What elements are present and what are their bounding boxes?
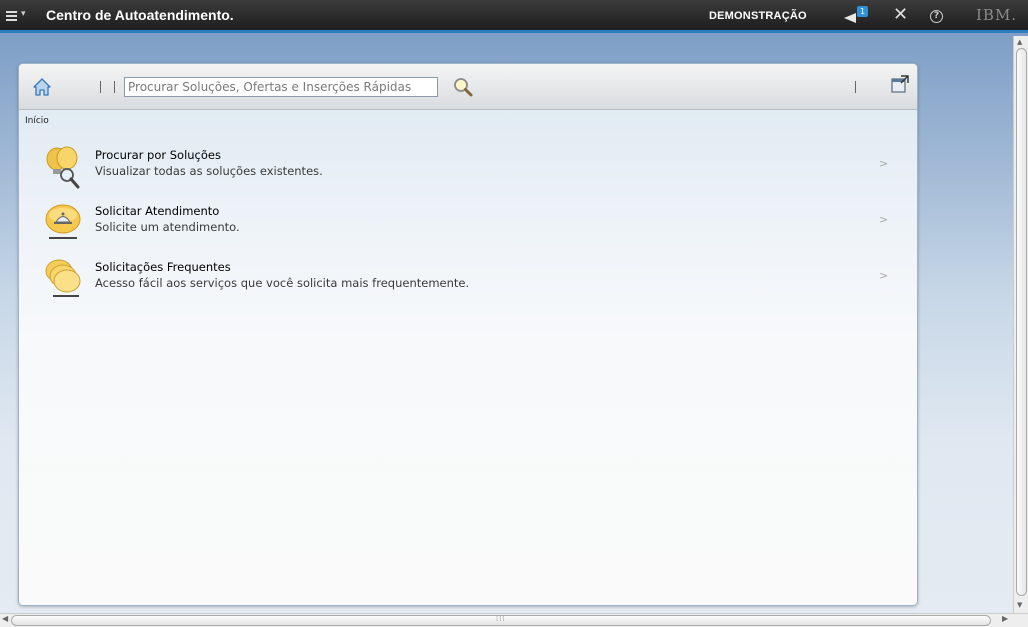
expand-button[interactable]	[891, 75, 909, 93]
search-icon	[454, 78, 473, 97]
toolbar-separator	[100, 81, 101, 93]
expand-window-icon	[891, 75, 909, 93]
scroll-right-icon[interactable]: ▶	[1002, 614, 1008, 623]
chevron-right-icon: >	[879, 157, 889, 170]
notifications-button[interactable]: 1	[842, 6, 872, 26]
lightbulbs-search-icon	[43, 145, 87, 189]
list-item-procurar-solucoes[interactable]: Procurar por Soluções Visualizar todas a…	[39, 145, 899, 195]
item-description: Visualizar todas as soluções existentes.	[95, 164, 323, 178]
toolbar-separator	[855, 81, 856, 93]
home-button[interactable]	[32, 77, 52, 97]
vertical-scroll-thumb[interactable]	[1016, 48, 1027, 596]
breadcrumb[interactable]: Início	[25, 116, 49, 126]
scroll-grip-icon: ⁞⁞⁞	[496, 615, 506, 623]
search-input[interactable]	[124, 77, 438, 97]
app-title: Centro de Autoatendimento.	[46, 7, 234, 23]
item-title: Solicitações Frequentes	[95, 260, 231, 274]
stacked-requests-icon	[43, 257, 87, 301]
notification-badge: 1	[857, 6, 868, 17]
horizontal-scrollbar[interactable]: ◀ ⁞⁞⁞ ▶	[0, 613, 1028, 627]
close-icon[interactable]: ✕	[893, 4, 908, 25]
scroll-left-icon[interactable]: ◀	[2, 614, 8, 623]
chevron-right-icon: >	[879, 213, 889, 226]
top-bar: ▾ Centro de Autoatendimento. DEMONSTRAÇÃ…	[0, 0, 1028, 33]
scroll-down-icon[interactable]: ▼	[1017, 601, 1022, 609]
chevron-right-icon: >	[879, 269, 889, 282]
scroll-up-icon[interactable]: ▲	[1017, 38, 1022, 46]
menu-icon	[6, 11, 17, 21]
item-description: Solicite um atendimento.	[95, 220, 240, 234]
self-service-panel: Início Procurar por Soluções Visualizar …	[18, 63, 918, 606]
help-icon[interactable]: ?	[930, 10, 943, 23]
panel-toolbar	[19, 64, 917, 110]
item-description: Acesso fácil aos serviços que você solic…	[95, 276, 470, 290]
list-item-solicitacoes-frequentes[interactable]: Solicitações Frequentes Acesso fácil aos…	[39, 257, 899, 307]
toolbar-separator	[114, 81, 115, 93]
service-bell-icon	[43, 201, 87, 245]
search-button[interactable]	[452, 76, 474, 98]
megaphone-icon	[844, 13, 856, 23]
ibm-logo: IBM.	[976, 6, 1018, 24]
item-title: Procurar por Soluções	[95, 148, 221, 162]
list-item-solicitar-atendimento[interactable]: Solicitar Atendimento Solicite um atendi…	[39, 201, 899, 251]
chevron-down-icon: ▾	[21, 9, 26, 19]
home-icon	[33, 78, 51, 96]
mode-label: DEMONSTRAÇÃO	[709, 10, 807, 22]
main-menu-button[interactable]: ▾	[6, 9, 32, 25]
vertical-scrollbar[interactable]: ▲ ▼	[1013, 36, 1028, 613]
item-title: Solicitar Atendimento	[95, 204, 220, 218]
